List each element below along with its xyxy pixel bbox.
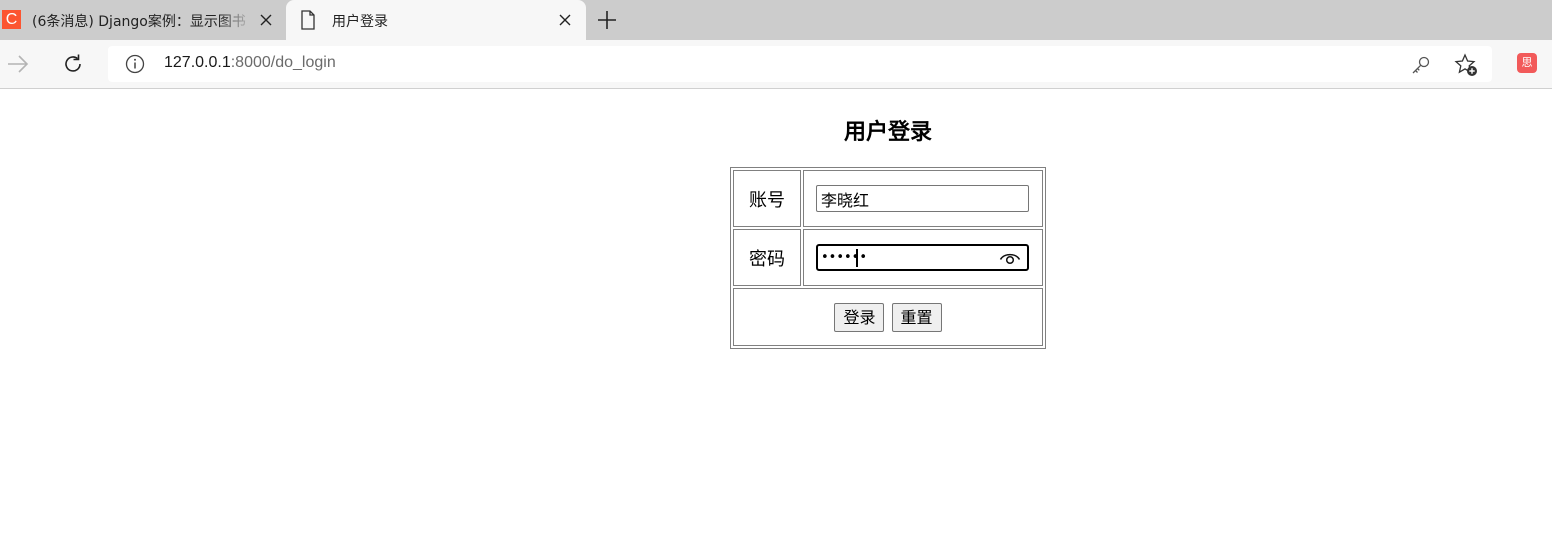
tab-title: (6条消息) Django案例：显示图书 xyxy=(32,14,246,30)
plus-icon[interactable] xyxy=(596,9,618,31)
password-input[interactable]: •••••• xyxy=(816,244,1029,271)
username-cell xyxy=(803,170,1043,227)
page-icon xyxy=(300,10,316,34)
buttons-cell: 登录 重置 xyxy=(733,288,1043,346)
tab-csdn-article[interactable]: C (6条消息) Django案例：显示图书 xyxy=(0,0,283,40)
page-title: 用户登录 xyxy=(843,120,932,145)
star-add-icon[interactable] xyxy=(1454,53,1478,81)
browser-toolbar: 127.0.0.1:8000/do_login 思 xyxy=(0,40,1552,89)
login-form-table: 账号 密码 •••••• 登录 重置 xyxy=(730,167,1046,349)
tab-strip: C (6条消息) Django案例：显示图书 用户登录 xyxy=(0,0,1552,40)
forward-arrow-icon[interactable] xyxy=(6,52,30,76)
url-text: 127.0.0.1:8000/do_login xyxy=(164,54,336,72)
username-label: 账号 xyxy=(733,170,801,227)
buttons-row: 登录 重置 xyxy=(733,288,1043,346)
tab-title: 用户登录 xyxy=(332,14,388,30)
reset-button[interactable]: 重置 xyxy=(891,302,942,332)
close-icon[interactable] xyxy=(256,10,276,30)
extension-icon[interactable]: 思 xyxy=(1517,53,1537,73)
password-masked-value: •••••• xyxy=(821,250,868,265)
password-row: 密码 •••••• xyxy=(733,229,1043,286)
address-bar[interactable]: 127.0.0.1:8000/do_login xyxy=(108,46,1492,82)
password-label: 密码 xyxy=(733,229,801,286)
username-input[interactable] xyxy=(816,185,1029,212)
eye-icon[interactable] xyxy=(999,250,1021,270)
tab-user-login[interactable]: 用户登录 xyxy=(286,0,586,40)
url-path: :8000/do_login xyxy=(230,54,336,71)
info-icon[interactable] xyxy=(125,54,145,78)
csdn-favicon-icon: C xyxy=(2,10,21,29)
reload-icon[interactable] xyxy=(61,52,85,76)
url-host: 127.0.0.1 xyxy=(164,54,231,71)
password-cell: •••••• xyxy=(803,229,1043,286)
login-button[interactable]: 登录 xyxy=(834,302,885,332)
key-icon[interactable] xyxy=(1410,54,1432,80)
username-row: 账号 xyxy=(733,170,1043,227)
text-caret xyxy=(856,249,858,267)
close-icon[interactable] xyxy=(555,10,575,30)
